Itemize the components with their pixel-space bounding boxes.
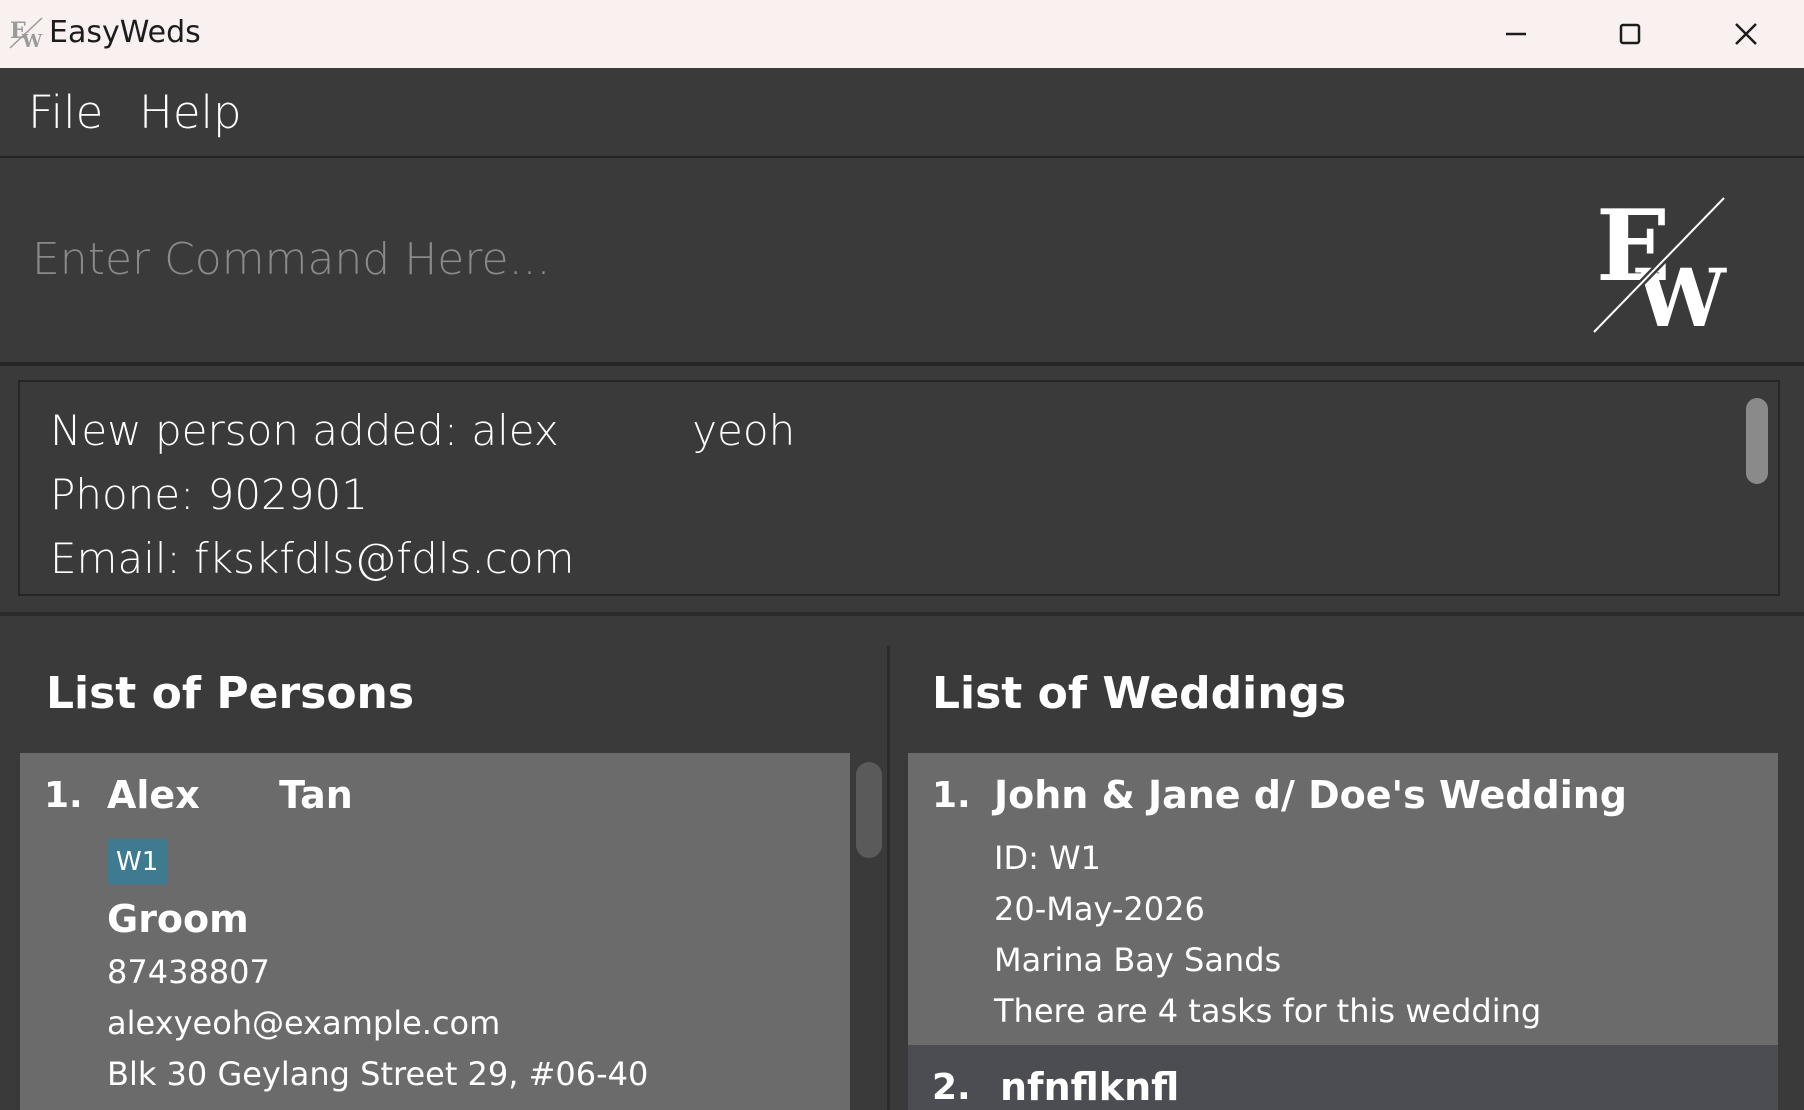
result-display: New person added: alex yeoh Phone: 90290… <box>18 380 1780 596</box>
close-icon <box>1735 23 1757 45</box>
window-title: EasyWeds <box>49 15 201 50</box>
person-address: Blk 30 Geylang Street 29, #06-40 <box>107 1055 649 1093</box>
wedding-name: John & Jane d/ Doe's Wedding <box>994 773 1628 817</box>
persons-scrollbar[interactable] <box>856 762 882 858</box>
menu-bar: File Help <box>0 68 1804 158</box>
wedding-tasks: There are 4 tasks for this wedding <box>994 992 1542 1030</box>
wedding-index: 1. <box>932 775 971 816</box>
person-role: Groom <box>107 897 249 941</box>
close-button[interactable] <box>1690 0 1802 68</box>
person-email: alexyeoh@example.com <box>107 1004 501 1042</box>
command-input[interactable] <box>30 218 1534 300</box>
result-scrollbar[interactable] <box>1746 398 1768 484</box>
title-bar: E W EasyWeds <box>0 0 1804 68</box>
wedding-list: 1. John & Jane d/ Doe's Wedding ID: W1 2… <box>908 753 1778 1110</box>
easyweds-logo: E W <box>1591 194 1727 334</box>
wedding-venue: Marina Bay Sands <box>994 941 1282 979</box>
result-line-2: Phone: 902901 <box>50 470 368 519</box>
menu-help[interactable]: Help <box>139 86 242 139</box>
person-phone: 87438807 <box>107 953 270 991</box>
wedding-card[interactable]: 2. nfnflknfl <box>908 1045 1778 1110</box>
logo-letter-w: W <box>1635 251 1727 334</box>
wedding-card[interactable]: 1. John & Jane d/ Doe's Wedding ID: W1 2… <box>908 753 1778 1045</box>
result-line-3: Email: fkskfdls@fdls.com <box>50 534 575 583</box>
minimize-icon <box>1506 32 1526 36</box>
person-card[interactable]: 1. Alex Tan W1 Groom 87438807 alexyeoh@e… <box>20 753 850 1110</box>
wedding-tag: W1 <box>107 839 168 885</box>
wedding-date: 20-May-2026 <box>994 890 1205 928</box>
app-logo-icon: E W <box>9 17 43 50</box>
minimize-button[interactable] <box>1460 0 1572 68</box>
wedding-name: nfnflknfl <box>1000 1065 1180 1109</box>
panel-divider[interactable] <box>887 646 890 1110</box>
maximize-button[interactable] <box>1574 0 1686 68</box>
wedding-id: ID: W1 <box>994 839 1102 877</box>
person-index: 1. <box>44 775 83 816</box>
persons-panel-title: List of Persons <box>46 668 415 719</box>
result-line-1: New person added: alex yeoh <box>50 406 796 455</box>
menu-file[interactable]: File <box>28 86 103 139</box>
person-name: Alex Tan <box>107 773 353 817</box>
maximize-icon <box>1619 23 1641 45</box>
weddings-panel-title: List of Weddings <box>932 668 1347 719</box>
command-area: E W <box>0 158 1804 366</box>
section-divider <box>0 612 1804 616</box>
wedding-index: 2. <box>932 1067 971 1108</box>
